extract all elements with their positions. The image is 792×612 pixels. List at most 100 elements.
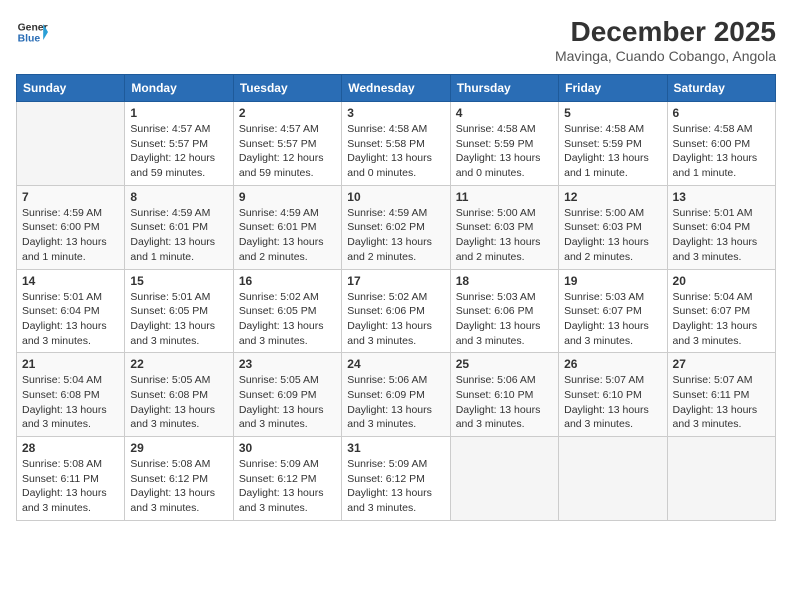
calendar-cell: 14 Sunrise: 5:01 AM Sunset: 6:04 PM Dayli… [17, 269, 125, 353]
calendar-cell: 31Sunrise: 5:09 AM Sunset: 6:12 PM Dayli… [342, 437, 450, 521]
day-number: 29 [130, 441, 227, 455]
day-number: 6 [673, 106, 770, 120]
calendar-cell: 9 Sunrise: 4:59 AM Sunset: 6:01 PM Daylig… [233, 185, 341, 269]
day-info: Sunrise: 4:59 AM Sunset: 6:00 PM Dayligh… [22, 206, 119, 265]
day-info: Sunrise: 4:57 AM Sunset: 5:57 PM Dayligh… [239, 122, 336, 181]
calendar-cell: 28 Sunrise: 5:08 AM Sunset: 6:11 PM Dayli… [17, 437, 125, 521]
day-number: 11 [456, 190, 553, 204]
calendar-cell: 15 Sunrise: 5:01 AM Sunset: 6:05 PM Dayli… [125, 269, 233, 353]
calendar-cell: 16Sunrise: 5:02 AM Sunset: 6:05 PM Dayli… [233, 269, 341, 353]
calendar-cell: 30 Sunrise: 5:09 AM Sunset: 6:12 PM Dayli… [233, 437, 341, 521]
calendar-cell: 8Sunrise: 4:59 AM Sunset: 6:01 PM Daylig… [125, 185, 233, 269]
calendar-cell: 13 Sunrise: 5:01 AM Sunset: 6:04 PM Dayli… [667, 185, 775, 269]
day-info: Sunrise: 5:05 AM Sunset: 6:08 PM Dayligh… [130, 373, 227, 432]
calendar-cell: 17 Sunrise: 5:02 AM Sunset: 6:06 PM Dayli… [342, 269, 450, 353]
column-header-thursday: Thursday [450, 75, 558, 102]
day-number: 7 [22, 190, 119, 204]
week-row-1: 1 Sunrise: 4:57 AM Sunset: 5:57 PM Daylig… [17, 102, 776, 186]
day-number: 2 [239, 106, 336, 120]
logo: General Blue [16, 16, 48, 48]
page-header: General Blue December 2025 Mavinga, Cuan… [16, 16, 776, 64]
calendar-cell: 21Sunrise: 5:04 AM Sunset: 6:08 PM Dayli… [17, 353, 125, 437]
day-number: 1 [130, 106, 227, 120]
day-number: 9 [239, 190, 336, 204]
calendar-cell: 3Sunrise: 4:58 AM Sunset: 5:58 PM Daylig… [342, 102, 450, 186]
day-number: 14 [22, 274, 119, 288]
column-header-sunday: Sunday [17, 75, 125, 102]
calendar-cell: 12 Sunrise: 5:00 AM Sunset: 6:03 PM Dayli… [559, 185, 667, 269]
day-info: Sunrise: 5:02 AM Sunset: 6:06 PM Dayligh… [347, 290, 444, 349]
title-block: December 2025 Mavinga, Cuando Cobango, A… [555, 16, 776, 64]
day-info: Sunrise: 5:01 AM Sunset: 6:04 PM Dayligh… [22, 290, 119, 349]
day-number: 22 [130, 357, 227, 371]
calendar-cell [450, 437, 558, 521]
day-number: 10 [347, 190, 444, 204]
day-info: Sunrise: 5:00 AM Sunset: 6:03 PM Dayligh… [564, 206, 661, 265]
day-number: 12 [564, 190, 661, 204]
day-info: Sunrise: 4:58 AM Sunset: 6:00 PM Dayligh… [673, 122, 770, 181]
calendar-cell [667, 437, 775, 521]
day-number: 20 [673, 274, 770, 288]
column-header-tuesday: Tuesday [233, 75, 341, 102]
day-number: 19 [564, 274, 661, 288]
day-info: Sunrise: 5:00 AM Sunset: 6:03 PM Dayligh… [456, 206, 553, 265]
week-row-3: 14 Sunrise: 5:01 AM Sunset: 6:04 PM Dayli… [17, 269, 776, 353]
day-info: Sunrise: 5:04 AM Sunset: 6:07 PM Dayligh… [673, 290, 770, 349]
day-info: Sunrise: 5:08 AM Sunset: 6:12 PM Dayligh… [130, 457, 227, 516]
day-info: Sunrise: 5:09 AM Sunset: 6:12 PM Dayligh… [347, 457, 444, 516]
day-info: Sunrise: 4:58 AM Sunset: 5:58 PM Dayligh… [347, 122, 444, 181]
calendar-cell: 19 Sunrise: 5:03 AM Sunset: 6:07 PM Dayli… [559, 269, 667, 353]
calendar-cell: 25 Sunrise: 5:06 AM Sunset: 6:10 PM Dayli… [450, 353, 558, 437]
logo-icon: General Blue [16, 16, 48, 48]
day-info: Sunrise: 5:01 AM Sunset: 6:04 PM Dayligh… [673, 206, 770, 265]
svg-text:Blue: Blue [18, 34, 41, 45]
column-header-wednesday: Wednesday [342, 75, 450, 102]
column-header-friday: Friday [559, 75, 667, 102]
day-number: 28 [22, 441, 119, 455]
calendar-cell: 10Sunrise: 4:59 AM Sunset: 6:02 PM Dayli… [342, 185, 450, 269]
day-number: 4 [456, 106, 553, 120]
calendar-cell [17, 102, 125, 186]
day-number: 21 [22, 357, 119, 371]
day-number: 27 [673, 357, 770, 371]
day-number: 15 [130, 274, 227, 288]
day-info: Sunrise: 4:58 AM Sunset: 5:59 PM Dayligh… [564, 122, 661, 181]
calendar-cell: 11 Sunrise: 5:00 AM Sunset: 6:03 PM Dayli… [450, 185, 558, 269]
day-info: Sunrise: 5:01 AM Sunset: 6:05 PM Dayligh… [130, 290, 227, 349]
calendar-header-row: SundayMondayTuesdayWednesdayThursdayFrid… [17, 75, 776, 102]
day-number: 24 [347, 357, 444, 371]
day-number: 18 [456, 274, 553, 288]
calendar-cell: 29 Sunrise: 5:08 AM Sunset: 6:12 PM Dayli… [125, 437, 233, 521]
week-row-4: 21Sunrise: 5:04 AM Sunset: 6:08 PM Dayli… [17, 353, 776, 437]
day-number: 13 [673, 190, 770, 204]
day-number: 17 [347, 274, 444, 288]
day-info: Sunrise: 4:59 AM Sunset: 6:01 PM Dayligh… [239, 206, 336, 265]
day-number: 30 [239, 441, 336, 455]
day-number: 26 [564, 357, 661, 371]
day-number: 25 [456, 357, 553, 371]
day-info: Sunrise: 5:05 AM Sunset: 6:09 PM Dayligh… [239, 373, 336, 432]
day-info: Sunrise: 5:03 AM Sunset: 6:06 PM Dayligh… [456, 290, 553, 349]
day-info: Sunrise: 4:58 AM Sunset: 5:59 PM Dayligh… [456, 122, 553, 181]
day-info: Sunrise: 5:06 AM Sunset: 6:10 PM Dayligh… [456, 373, 553, 432]
calendar-cell: 5 Sunrise: 4:58 AM Sunset: 5:59 PM Daylig… [559, 102, 667, 186]
calendar-cell: 7 Sunrise: 4:59 AM Sunset: 6:00 PM Daylig… [17, 185, 125, 269]
day-number: 23 [239, 357, 336, 371]
calendar-cell: 1 Sunrise: 4:57 AM Sunset: 5:57 PM Daylig… [125, 102, 233, 186]
calendar-cell: 24 Sunrise: 5:06 AM Sunset: 6:09 PM Dayli… [342, 353, 450, 437]
calendar-cell: 6 Sunrise: 4:58 AM Sunset: 6:00 PM Daylig… [667, 102, 775, 186]
day-info: Sunrise: 4:57 AM Sunset: 5:57 PM Dayligh… [130, 122, 227, 181]
day-info: Sunrise: 5:08 AM Sunset: 6:11 PM Dayligh… [22, 457, 119, 516]
day-info: Sunrise: 5:07 AM Sunset: 6:11 PM Dayligh… [673, 373, 770, 432]
calendar-cell: 20 Sunrise: 5:04 AM Sunset: 6:07 PM Dayli… [667, 269, 775, 353]
day-info: Sunrise: 5:06 AM Sunset: 6:09 PM Dayligh… [347, 373, 444, 432]
calendar-cell: 2 Sunrise: 4:57 AM Sunset: 5:57 PM Daylig… [233, 102, 341, 186]
calendar-cell: 27 Sunrise: 5:07 AM Sunset: 6:11 PM Dayli… [667, 353, 775, 437]
calendar-cell: 23 Sunrise: 5:05 AM Sunset: 6:09 PM Dayli… [233, 353, 341, 437]
day-info: Sunrise: 5:02 AM Sunset: 6:05 PM Dayligh… [239, 290, 336, 349]
day-info: Sunrise: 5:09 AM Sunset: 6:12 PM Dayligh… [239, 457, 336, 516]
column-header-monday: Monday [125, 75, 233, 102]
day-info: Sunrise: 5:03 AM Sunset: 6:07 PM Dayligh… [564, 290, 661, 349]
day-number: 5 [564, 106, 661, 120]
calendar-cell: 22 Sunrise: 5:05 AM Sunset: 6:08 PM Dayli… [125, 353, 233, 437]
